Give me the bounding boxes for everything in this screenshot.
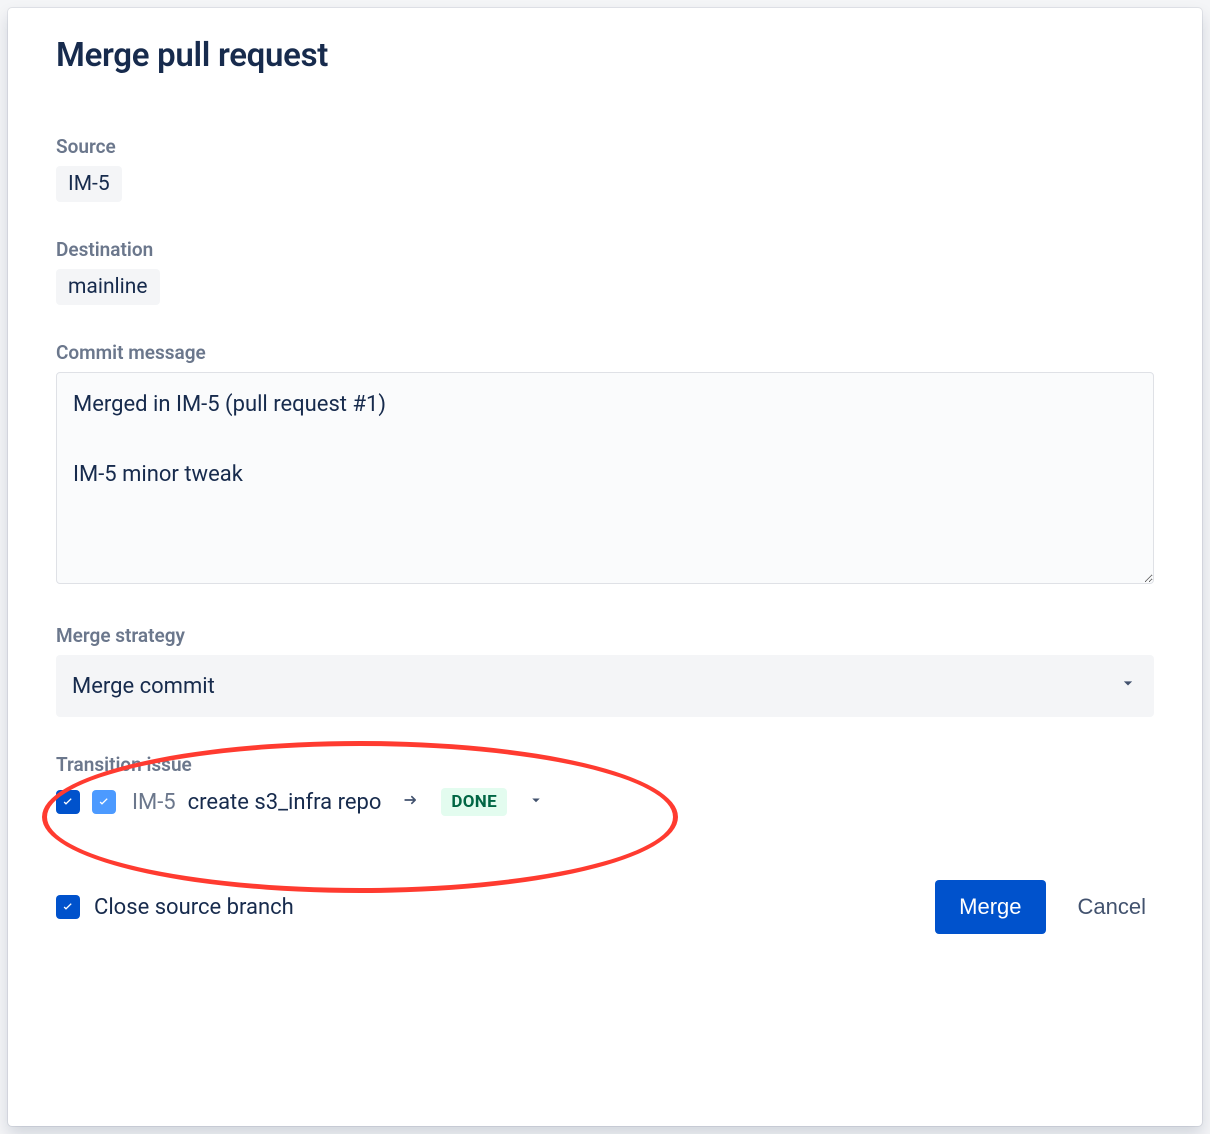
cancel-button[interactable]: Cancel bbox=[1070, 880, 1154, 934]
arrow-right-icon bbox=[401, 790, 421, 815]
modal-title: Merge pull request bbox=[56, 36, 1154, 75]
modal-footer: Close source branch Merge Cancel bbox=[56, 880, 1154, 934]
action-buttons: Merge Cancel bbox=[935, 880, 1154, 934]
close-source-branch-checkbox[interactable] bbox=[56, 895, 80, 919]
transition-issue-label: Transition issue bbox=[56, 753, 1154, 776]
merge-strategy-value: Merge commit bbox=[72, 674, 215, 699]
status-badge: DONE bbox=[441, 788, 507, 816]
destination-field: Destination mainline bbox=[56, 238, 1154, 305]
source-branch-tag: IM-5 bbox=[56, 166, 122, 202]
close-source-branch-label: Close source branch bbox=[94, 895, 294, 920]
chevron-down-icon bbox=[1118, 673, 1138, 699]
source-field: Source IM-5 bbox=[56, 135, 1154, 202]
transition-checkbox-all[interactable] bbox=[56, 790, 80, 814]
merge-strategy-label: Merge strategy bbox=[56, 624, 1154, 647]
status-dropdown-toggle[interactable] bbox=[527, 791, 545, 813]
issue-key: IM-5 bbox=[132, 790, 176, 815]
destination-label: Destination bbox=[56, 238, 1154, 261]
merge-pull-request-modal: Merge pull request Source IM-5 Destinati… bbox=[8, 8, 1202, 1126]
issue-title: create s3_infra repo bbox=[188, 790, 382, 815]
merge-strategy-select[interactable]: Merge commit bbox=[56, 655, 1154, 717]
transition-checkbox-item[interactable] bbox=[92, 790, 116, 814]
source-label: Source bbox=[56, 135, 1154, 158]
transition-issue-section: Transition issue IM-5 create s3_infra re… bbox=[56, 753, 1154, 816]
close-source-branch-option: Close source branch bbox=[56, 895, 294, 920]
commit-message-label: Commit message bbox=[56, 341, 1154, 364]
transition-issue-row: IM-5 create s3_infra repo DONE bbox=[56, 788, 1154, 816]
merge-button[interactable]: Merge bbox=[935, 880, 1045, 934]
commit-message-input[interactable] bbox=[56, 372, 1154, 584]
merge-strategy-field: Merge strategy Merge commit bbox=[56, 624, 1154, 717]
destination-branch-tag: mainline bbox=[56, 269, 160, 305]
commit-message-field: Commit message bbox=[56, 341, 1154, 588]
